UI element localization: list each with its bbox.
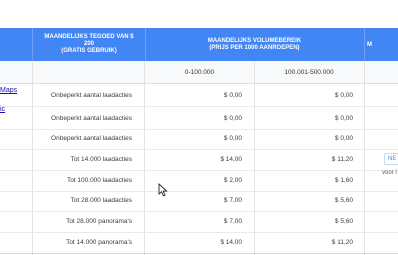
range-0-100000: 0-100.000 — [184, 68, 215, 76]
divider — [0, 253, 398, 254]
price-cell: $ 0,00 — [334, 114, 353, 122]
range-100001-500000: 100.001-500.000 — [284, 68, 334, 76]
price-cell: $ 11,20 — [331, 238, 353, 246]
subheader-row: 0-100.000 100.001-500.000 — [0, 61, 398, 84]
header-monthly-credit: MAANDELIJKS TEGOED VAN $ 200 (GRATIS GEB… — [32, 28, 146, 61]
price-cell: $ 11,20 — [331, 155, 353, 163]
limit-cell: Tot 100.000 laadacties — [66, 176, 132, 184]
price-cell: $ 14,00 — [220, 155, 242, 163]
header-next-column: M — [367, 41, 372, 48]
pricing-table: MAANDELIJKS TEGOED VAN $ 200 (GRATIS GEB… — [0, 28, 398, 255]
header-text: MAANDELIJKS TEGOED VAN $ — [44, 34, 134, 40]
price-cell: $ 0,00 — [334, 134, 353, 142]
price-cell: $ 5,60 — [334, 217, 353, 225]
mouse-cursor-icon — [158, 182, 168, 202]
table-row: Onbeperkt aantal laadacties $ 0,00 $ 0,0… — [0, 84, 398, 107]
limit-cell: Tot 28.000 laadacties — [70, 196, 132, 204]
table-row: Tot 14.000 panorama's $ 14,00 $ 11,20 — [0, 231, 398, 254]
partial-text: voor l — [382, 170, 397, 176]
price-cell: $ 0,00 — [223, 134, 242, 142]
table-header: MAANDELIJKS TEGOED VAN $ 200 (GRATIS GEB… — [0, 28, 398, 61]
price-cell: $ 1,60 — [334, 176, 353, 184]
table-row: Onbeperkt aantal laadacties $ 0,00 $ 0,0… — [0, 127, 398, 150]
limit-cell: Tot 28.000 panorama's — [66, 217, 132, 225]
table-row: Tot 14.000 laadacties $ 14,00 $ 11,20 — [0, 148, 398, 171]
limit-cell: Tot 14.000 laadacties — [70, 155, 132, 163]
price-cell: $ 14,00 — [220, 238, 242, 246]
header-volume-range: MAANDELIJKS VOLUMEBEREIK (PRIJS PER 1000… — [145, 28, 365, 61]
header-text: (GRATIS GEBRUIK) — [61, 48, 117, 54]
price-cell: $ 0,00 — [334, 91, 353, 99]
table-row: Tot 28.000 panorama's $ 7,00 $ 5,60 — [0, 210, 398, 233]
price-cell: $ 7,00 — [223, 217, 242, 225]
header-text: (PRIJS PER 1000 AANROEPEN) — [209, 44, 300, 51]
partial-button[interactable]: NE — [384, 153, 398, 165]
limit-cell: Onbeperkt aantal laadacties — [51, 134, 132, 142]
header-text: 200 — [83, 41, 94, 47]
price-cell: $ 0,00 — [223, 114, 242, 122]
price-cell: $ 0,00 — [223, 91, 242, 99]
limit-cell: Onbeperkt aantal laadacties — [51, 114, 132, 122]
price-cell: $ 5,60 — [334, 196, 353, 204]
table-row: Tot 28.000 laadacties $ 7,00 $ 5,60 — [0, 189, 398, 212]
header-text: MAANDELIJKS VOLUMEBEREIK — [207, 37, 302, 44]
limit-cell: Onbeperkt aantal laadacties — [51, 91, 132, 99]
limit-cell: Tot 14.000 panorama's — [66, 238, 132, 246]
